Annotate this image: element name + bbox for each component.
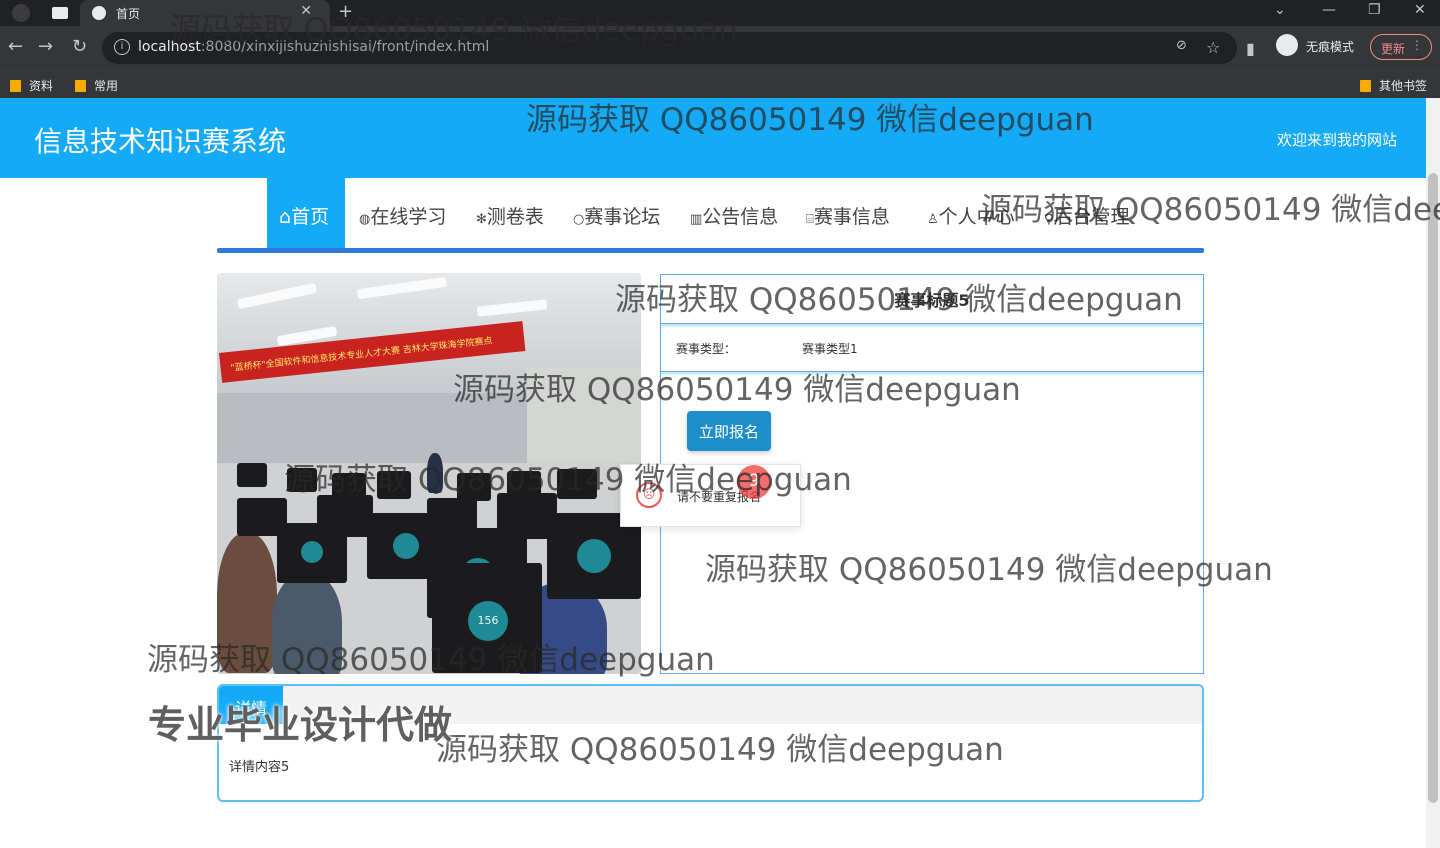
browser-tab-bar: 首页 ✕ + ⌄ — ❐ ✕ — [0, 0, 1440, 26]
update-button[interactable]: 更新 ⋮ — [1370, 34, 1432, 60]
chat-icon: ○ — [573, 212, 585, 227]
incognito-tab-icon[interactable] — [12, 4, 30, 22]
translate-blocked-icon[interactable]: ⊘ — [1176, 38, 1187, 53]
more-menu-icon: ⋮ — [1411, 38, 1423, 52]
monitor — [237, 463, 267, 487]
watermark-big: 专业毕业设计代做 — [148, 703, 453, 747]
event-photo: "蓝桥杯"全国软件和信息技术专业人才大赛 吉林大学珠海学院赛点 156 — [217, 273, 641, 674]
main-nav: ⌂首页 ◍在线学习 ✻测卷表 ○赛事论坛 ▥公告信息 ⌸赛事信息 ♙个人中心 ⚲… — [267, 178, 1204, 248]
click-indicator: 9 — [737, 465, 771, 499]
scrollbar-thumb[interactable] — [1428, 173, 1438, 803]
detail-content: 详情内容5 — [229, 760, 290, 775]
folder-icon — [75, 80, 86, 92]
toast-message: ☹ 请不要重复报名 — [620, 464, 801, 527]
tab-title: 首页 — [116, 7, 141, 21]
nav-item-quiz[interactable]: ✻测卷表 — [476, 178, 566, 248]
folder-icon — [10, 80, 21, 92]
site-title: 信息技术知识赛系统 — [34, 125, 287, 158]
event-type-value: 赛事类型1 — [802, 342, 858, 356]
new-tab-button[interactable]: + — [338, 1, 353, 22]
page-scrollbar[interactable] — [1426, 98, 1440, 848]
update-label: 更新 — [1381, 42, 1406, 56]
other-bookmarks[interactable]: 其他书签 — [1360, 77, 1427, 94]
folder-icon — [1360, 80, 1371, 92]
address-bar[interactable]: i localhost:8080/xinxijishuzhishisai/fro… — [102, 32, 1237, 64]
nav-underline — [217, 248, 1204, 253]
nav-item-forum[interactable]: ○赛事论坛 — [573, 178, 673, 248]
chevron-down-icon[interactable]: ⌄ — [1274, 2, 1286, 18]
nav-item-events[interactable]: ⌸赛事信息 — [806, 178, 906, 248]
home-icon: ⌂ — [279, 206, 292, 228]
site-header: 信息技术知识赛系统 欢迎来到我的网站 — [0, 98, 1426, 178]
event-type-label: 赛事类型： — [676, 342, 737, 356]
sidebar-icon[interactable]: ▮ — [1246, 39, 1255, 58]
nav-item-profile[interactable]: ♙个人中心 — [927, 178, 1027, 248]
nav-item-notice[interactable]: ▥公告信息 — [690, 178, 790, 248]
user-icon: ♙ — [927, 212, 939, 227]
welcome-text: 欢迎来到我的网站 — [1276, 131, 1397, 149]
monitor — [287, 468, 317, 492]
person — [272, 573, 342, 674]
url-text[interactable]: localhost:8080/xinxijishuzhishisai/front… — [138, 39, 489, 55]
link-icon: ⚲ — [1044, 212, 1054, 227]
book-icon: ⌸ — [806, 212, 814, 227]
tab-search-icon[interactable] — [52, 7, 68, 19]
event-type-row: 赛事类型： 赛事类型1 — [661, 325, 1203, 372]
bookmark-folder-changyong[interactable]: 常用 — [75, 77, 118, 94]
bookmark-folder-ziliao[interactable]: 资料 — [10, 77, 53, 94]
snowflake-icon: ✻ — [476, 212, 487, 227]
monitor — [457, 473, 491, 501]
monitor — [377, 471, 411, 499]
incognito-avatar-icon — [1276, 34, 1298, 56]
window-close-icon[interactable]: ✕ — [1414, 2, 1426, 18]
close-tab-icon[interactable]: ✕ — [300, 3, 312, 19]
browser-tab-home[interactable]: 首页 ✕ — [80, 0, 330, 26]
forward-icon[interactable]: → — [38, 36, 53, 57]
signup-button[interactable]: 立即报名 — [687, 411, 771, 451]
star-icon[interactable]: ☆ — [1206, 38, 1220, 57]
nav-item-online-study[interactable]: ◍在线学习 — [359, 178, 459, 248]
monitor — [277, 523, 347, 583]
minimize-icon[interactable]: — — [1322, 2, 1336, 18]
notice-icon: ▥ — [690, 212, 703, 227]
globe-icon — [92, 6, 106, 20]
monitor — [557, 469, 597, 499]
event-title-bar: 赛事标题5 — [661, 275, 1203, 324]
sad-face-icon: ☹ — [636, 482, 662, 508]
browser-toolbar: ← → ↻ i localhost:8080/xinxijishuzhishis… — [0, 26, 1440, 70]
event-title: 赛事标题5 — [894, 291, 970, 310]
bookmarks-bar: 资料 常用 其他书签 — [0, 70, 1440, 99]
info-icon[interactable]: i — [114, 39, 130, 55]
globe-icon: ◍ — [359, 212, 371, 227]
person — [427, 453, 443, 493]
nav-item-admin[interactable]: ⚲后台管理 — [1044, 178, 1144, 248]
reload-icon[interactable]: ↻ — [72, 36, 87, 57]
back-icon[interactable]: ← — [8, 36, 23, 57]
person — [217, 533, 277, 673]
incognito-label: 无痕模式 — [1306, 40, 1355, 54]
nav-item-home[interactable]: ⌂首页 — [267, 178, 345, 248]
restore-icon[interactable]: ❐ — [1368, 2, 1381, 18]
monitor: 156 — [432, 563, 542, 673]
